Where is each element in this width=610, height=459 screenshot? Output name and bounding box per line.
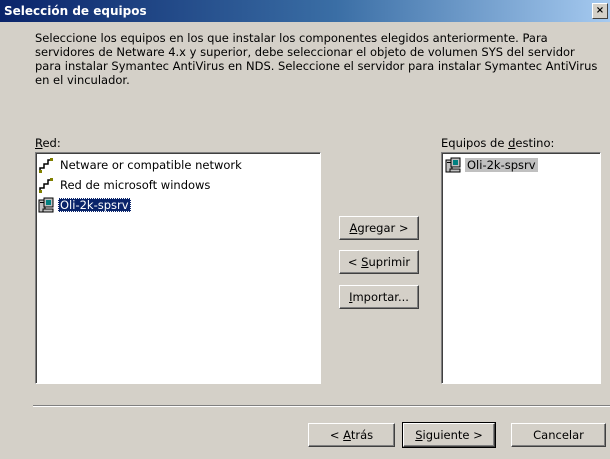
close-button[interactable]: × (592, 3, 608, 19)
destination-label: Equipos de destino: (441, 136, 555, 150)
network-list[interactable]: Netware or compatible network Red de mic… (35, 152, 321, 384)
cancel-button[interactable]: Cancelar (511, 423, 606, 447)
computer-icon (38, 197, 54, 213)
network-label: Red: (35, 136, 61, 150)
list-item-oli-2k-spsrv[interactable]: Oli-2k-spsrv (38, 197, 131, 213)
list-item-label: Oli-2k-spsrv (58, 198, 131, 212)
network-icon (38, 157, 54, 173)
separator (33, 405, 610, 407)
import-button[interactable]: Importar... (339, 285, 419, 309)
list-item-netware[interactable]: Netware or compatible network (38, 157, 244, 173)
next-button[interactable]: Siguiente > (402, 422, 496, 448)
list-item-destination-oli-2k-spsrv[interactable]: Oli-2k-spsrv (445, 157, 538, 173)
description-text: Seleccione los equipos en los que instal… (35, 31, 598, 87)
close-icon: × (595, 5, 605, 16)
network-icon (38, 177, 54, 193)
destination-list[interactable]: Oli-2k-spsrv (441, 152, 601, 384)
computer-icon (445, 157, 461, 173)
remove-button[interactable]: < Suprimir (339, 250, 419, 274)
list-item-windows-network[interactable]: Red de microsoft windows (38, 177, 212, 193)
add-button[interactable]: Agregar > (339, 216, 419, 240)
back-button[interactable]: < Atrás (308, 423, 395, 447)
list-item-label: Netware or compatible network (60, 158, 242, 172)
window-title: Selección de equipos (4, 4, 147, 18)
list-item-label: Oli-2k-spsrv (465, 158, 538, 172)
title-bar: Selección de equipos × (0, 0, 610, 22)
list-item-label: Red de microsoft windows (60, 178, 211, 192)
